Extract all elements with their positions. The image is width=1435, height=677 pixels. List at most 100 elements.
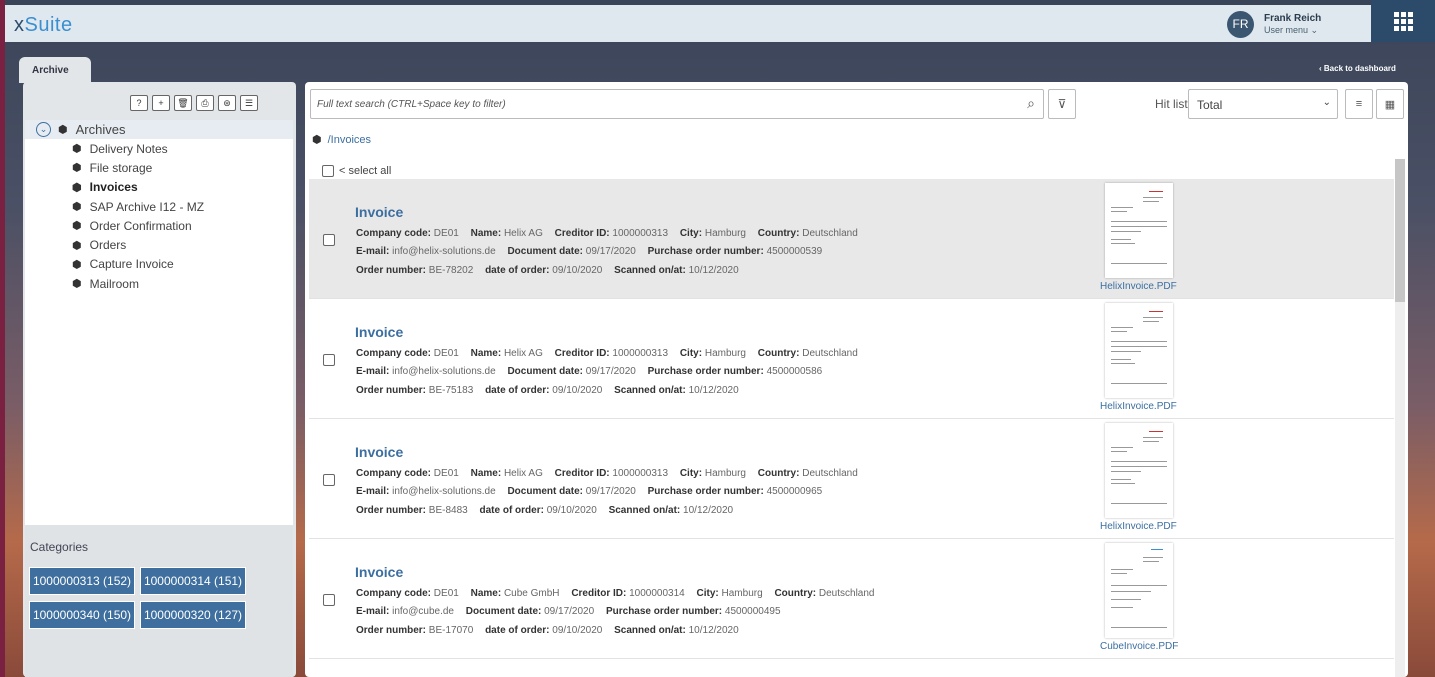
tree-root-archives[interactable]: ⌄ ⬢ Archives [25,120,293,139]
hit-list-label: Hit list [1155,97,1188,111]
add-button[interactable]: + [152,95,170,111]
top-bar: xSuite FR Frank Reich User menu ⌄ [5,5,1371,42]
document-file-link[interactable]: HelixInvoice.PDF [1100,521,1177,532]
result-row[interactable]: Invoice Company code: DE01 Name: Helix A… [309,299,1394,419]
category-chip[interactable]: 1000000340 (150) [29,601,135,629]
document-thumbnail[interactable] [1105,423,1173,518]
list-icon: ≡ [1355,98,1363,110]
archive-tree: ⌄ ⬢ Archives ⬢ Delivery Notes ⬢ File stora… [25,120,293,561]
archive-tree-panel: ? + 🗑 ⎙ ⊛ ☰ ⌄ ⬢ Archives ⬢ Delivery Notes… [23,82,296,677]
meta-line-2: E-mail: info@cube.de Document date: 09/1… [356,606,781,617]
filter-icon: ⊽ [1057,97,1067,111]
app-logo[interactable]: xSuite [14,14,73,37]
checklist-button[interactable]: ☰ [240,95,258,111]
filter-button[interactable]: ⊽ [1048,89,1076,119]
meta-line-2: E-mail: info@helix-solutions.de Document… [356,486,823,497]
print-button[interactable]: ⎙ [196,95,214,111]
user-menu[interactable]: FR Frank Reich User menu ⌄ [1227,10,1321,38]
avatar: FR [1227,10,1254,38]
hit-list-select[interactable]: Total ⌄ [1188,89,1338,119]
grid-view-icon: ▦ [1384,98,1396,111]
select-all[interactable]: < select all [322,165,391,177]
user-name: Frank Reich [1264,12,1322,24]
cube-icon: ⬢ [72,258,82,271]
help-button[interactable]: ? [130,95,148,111]
add-icon: + [158,98,164,108]
tree-item-capture-invoice[interactable]: ⬢ Capture Invoice [25,255,293,274]
document-file-link[interactable]: CubeInvoice.PDF [1100,641,1178,652]
scrollbar-thumb[interactable] [1395,159,1405,302]
row-checkbox[interactable] [323,354,335,366]
export-button[interactable]: ⊛ [218,95,236,111]
row-checkbox[interactable] [323,594,335,606]
meta-line-3: Order number: BE-78202 date of order: 09… [356,265,739,276]
search-icon[interactable]: ⌕ [1027,95,1035,112]
cube-icon: ⬢ [72,278,82,291]
collapse-icon[interactable]: ⌄ [36,122,51,137]
user-menu-label[interactable]: User menu ⌄ [1264,25,1321,36]
result-row[interactable]: Invoice Company code: DE01 Name: Cube Gm… [309,539,1394,659]
document-title[interactable]: Invoice [355,204,403,220]
select-all-checkbox[interactable] [322,165,334,177]
delete-icon: 🗑 [177,97,189,108]
breadcrumb[interactable]: ⬢/Invoices [312,133,371,146]
results-panel: Full text search (CTRL+Space key to filt… [305,82,1408,677]
meta-line-1: Company code: DE01 Name: Helix AG Credit… [356,348,858,359]
search-placeholder: Full text search (CTRL+Space key to filt… [317,99,506,110]
tree-item-sap-archive[interactable]: ⬢ SAP Archive I12 - MZ [25,197,293,216]
cube-icon: ⬢ [72,162,82,175]
tree-item-invoices[interactable]: ⬢ Invoices [25,178,293,197]
print-icon: ⎙ [201,97,209,108]
category-chip[interactable]: 1000000313 (152) [29,567,135,595]
tree-item-file-storage[interactable]: ⬢ File storage [25,158,293,177]
tree-item-order-confirmation[interactable]: ⬢ Order Confirmation [25,216,293,235]
categories-panel: Categories 1000000313 (152) 1000000314 (… [25,525,293,677]
cube-icon: ⬢ [58,124,68,136]
search-input[interactable]: Full text search (CTRL+Space key to filt… [310,89,1044,119]
cube-icon: ⬢ [72,201,82,214]
checklist-icon: ☰ [244,97,254,108]
meta-line-1: Company code: DE01 Name: Helix AG Credit… [356,228,858,239]
document-title[interactable]: Invoice [355,324,403,340]
meta-line-2: E-mail: info@helix-solutions.de Document… [356,366,823,377]
cube-icon: ⬢ [72,181,82,194]
list-view-button[interactable]: ≡ [1345,89,1373,119]
document-file-link[interactable]: HelixInvoice.PDF [1100,401,1177,412]
cube-icon: ⬢ [312,134,322,146]
export-icon: ⊛ [223,97,231,108]
document-title[interactable]: Invoice [355,564,403,580]
category-chip[interactable]: 1000000314 (151) [140,567,246,595]
tab-archive[interactable]: Archive [19,57,91,83]
tree-item-mailroom[interactable]: ⬢ Mailroom [25,274,293,293]
result-row[interactable]: Invoice Company code: DE01 Name: Helix A… [309,419,1394,539]
meta-line-3: Order number: BE-8483 date of order: 09/… [356,505,734,516]
document-title[interactable]: Invoice [355,444,403,460]
document-thumbnail[interactable] [1105,183,1173,278]
grid-icon [1393,11,1413,31]
document-thumbnail[interactable] [1105,543,1173,638]
document-file-link[interactable]: HelixInvoice.PDF [1100,281,1177,292]
result-row[interactable]: Invoice Company code: DE01 Name: Helix A… [309,179,1394,299]
category-chip[interactable]: 1000000320 (127) [140,601,246,629]
row-checkbox[interactable] [323,474,335,486]
back-to-dashboard-link[interactable]: ‹ Back to dashboard [1319,64,1396,73]
cube-icon: ⬢ [72,143,82,156]
cube-icon: ⬢ [72,220,82,233]
meta-line-2: E-mail: info@helix-solutions.de Document… [356,246,823,257]
delete-button[interactable]: 🗑 [174,95,192,111]
cube-icon: ⬢ [72,239,82,252]
help-icon: ? [136,98,142,108]
result-list: Invoice Company code: DE01 Name: Helix A… [309,179,1394,659]
tree-item-orders[interactable]: ⬢ Orders [25,235,293,254]
tab-bar: Archive ‹ Back to dashboard [5,42,1435,83]
row-checkbox[interactable] [323,234,335,246]
categories-title: Categories [30,540,89,554]
chevron-down-icon: ⌄ [1322,97,1331,108]
tree-toolbar: ? + 🗑 ⎙ ⊛ ☰ [130,95,258,111]
grid-view-button[interactable]: ▦ [1376,89,1404,119]
tree-item-delivery-notes[interactable]: ⬢ Delivery Notes [25,139,293,158]
document-thumbnail[interactable] [1105,303,1173,398]
meta-line-1: Company code: DE01 Name: Cube GmbH Credi… [356,588,875,599]
meta-line-1: Company code: DE01 Name: Helix AG Credit… [356,468,858,479]
apps-menu-button[interactable] [1371,0,1435,42]
